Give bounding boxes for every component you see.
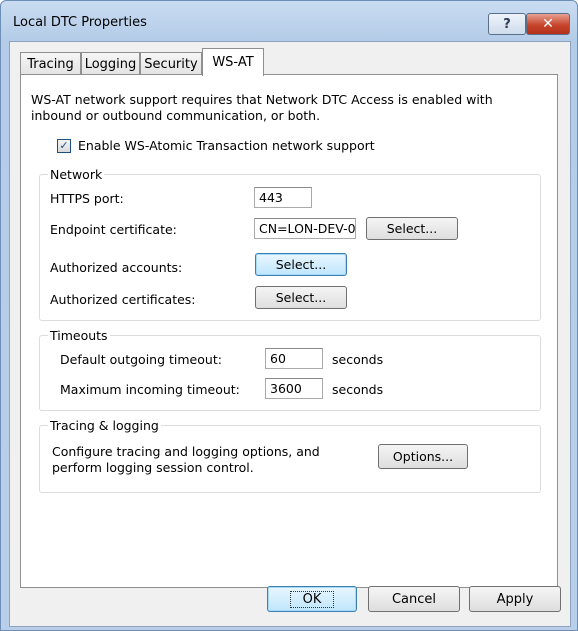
title-bar[interactable]: Local DTC Properties ? ✕ <box>1 1 577 41</box>
enable-ws-at-label: Enable WS-Atomic Transaction network sup… <box>78 138 375 153</box>
maximum-incoming-timeout-label: Maximum incoming timeout: <box>60 382 240 397</box>
default-outgoing-timeout-label: Default outgoing timeout: <box>60 352 222 367</box>
tracing-options-button[interactable]: Options... <box>378 444 468 469</box>
tracing-logging-description: Configure tracing and logging options, a… <box>52 444 320 475</box>
authorized-certificates-label: Authorized certificates: <box>50 292 196 307</box>
close-icon: ✕ <box>542 16 554 32</box>
timeouts-group-label: Timeouts <box>48 328 110 343</box>
default-outgoing-timeout-input[interactable]: 60 <box>265 348 323 369</box>
endpoint-certificate-field[interactable]: CN=LON-DEV-0 <box>254 218 356 239</box>
help-icon: ? <box>503 16 511 32</box>
tab-ws-at[interactable]: WS-AT <box>202 48 264 76</box>
endpoint-certificate-select-button[interactable]: Select... <box>366 217 458 240</box>
tab-security[interactable]: Security <box>140 52 202 75</box>
authorized-certificates-select-button[interactable]: Select... <box>255 286 347 309</box>
ws-at-tab-panel: WS-AT network support requires that Netw… <box>20 74 558 588</box>
authorized-accounts-label: Authorized accounts: <box>50 260 183 275</box>
dialog-window: Local DTC Properties ? ✕ Tracing Logging… <box>0 0 578 631</box>
default-outgoing-timeout-unit: seconds <box>332 352 384 367</box>
tracing-logging-group: Tracing & logging Configure tracing and … <box>39 418 541 493</box>
maximum-incoming-timeout-unit: seconds <box>332 382 384 397</box>
checkmark-icon: ✓ <box>59 139 69 152</box>
tracing-logging-group-label: Tracing & logging <box>48 418 161 433</box>
tab-logging[interactable]: Logging <box>81 52 140 75</box>
https-port-input[interactable]: 443 <box>254 187 312 208</box>
maximum-incoming-timeout-input[interactable]: 3600 <box>265 378 323 399</box>
ws-at-description: WS-AT network support requires that Netw… <box>31 92 493 123</box>
cancel-button[interactable]: Cancel <box>368 586 460 612</box>
network-group-label: Network <box>48 167 105 182</box>
enable-ws-at-row[interactable]: ✓ Enable WS-Atomic Transaction network s… <box>57 138 375 153</box>
enable-ws-at-checkbox[interactable]: ✓ <box>57 138 71 153</box>
ok-button[interactable]: OK <box>267 586 357 612</box>
dialog-client-area: Tracing Logging Security WS-AT WS-AT net… <box>9 41 571 627</box>
https-port-label: HTTPS port: <box>50 191 124 206</box>
apply-button[interactable]: Apply <box>469 586 561 612</box>
authorized-accounts-select-button[interactable]: Select... <box>255 253 347 276</box>
tab-tracing[interactable]: Tracing <box>20 52 81 75</box>
timeouts-group: Timeouts Default outgoing timeout: 60 se… <box>39 328 541 411</box>
help-button[interactable]: ? <box>488 13 526 35</box>
window-title: Local DTC Properties <box>13 15 147 30</box>
close-button[interactable]: ✕ <box>526 13 570 35</box>
ok-button-label: OK <box>289 590 335 608</box>
network-group: Network HTTPS port: 443 Endpoint certifi… <box>39 167 541 321</box>
endpoint-certificate-label: Endpoint certificate: <box>50 222 177 237</box>
